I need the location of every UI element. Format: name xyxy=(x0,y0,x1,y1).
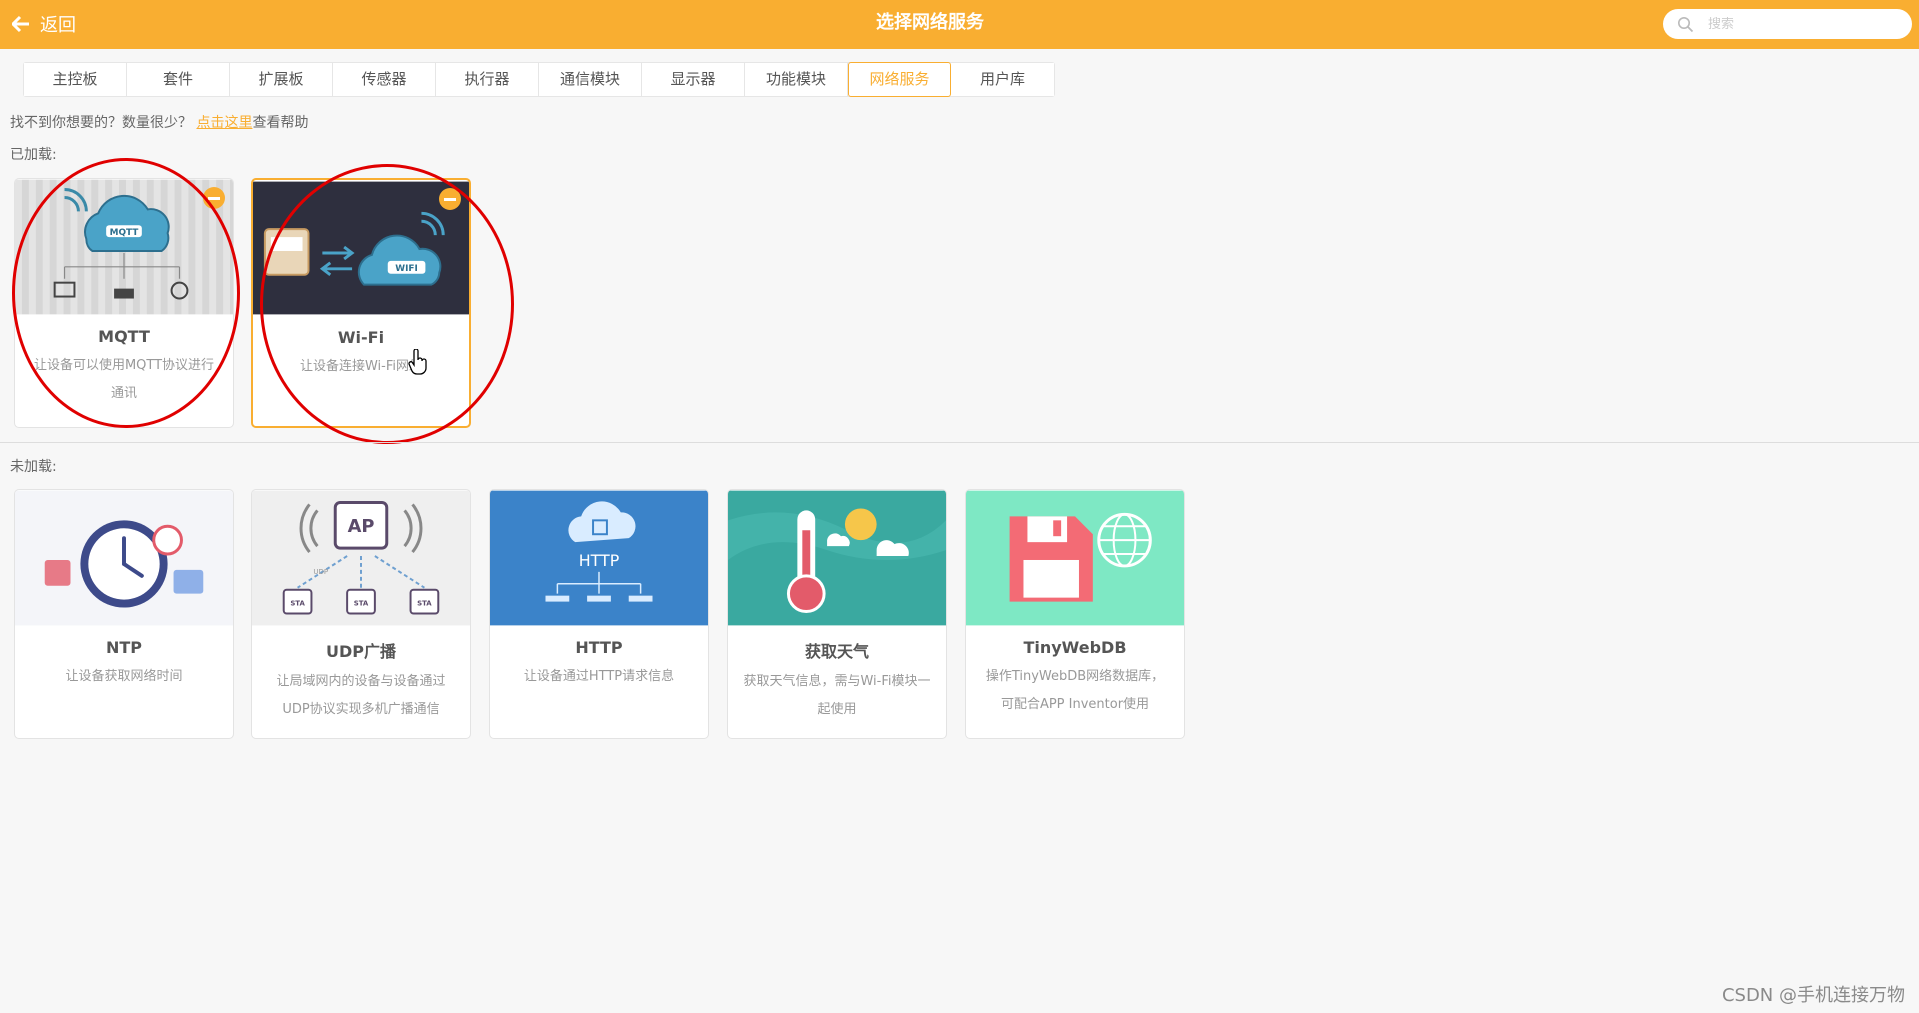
wifi-thumbnail: WIFI xyxy=(253,181,469,315)
card-description: 获取天气信息，需与Wi-Fi模块一起使用 xyxy=(743,674,931,717)
tab-actuator[interactable]: 执行器 xyxy=(436,63,539,96)
card-title: 获取天气 xyxy=(804,642,869,661)
ap-label: AP xyxy=(348,516,375,537)
sta-label: STA xyxy=(290,600,305,608)
unloaded-label: 未加载: xyxy=(10,459,57,475)
tab-user-library[interactable]: 用户库 xyxy=(951,63,1054,96)
card-title: HTTP xyxy=(575,638,623,657)
sta-label: STA xyxy=(417,600,432,608)
udp-thumbnail: AP UDP STA STA STA xyxy=(252,490,470,626)
mqtt-thumbnail: MQTT xyxy=(15,179,233,315)
card-mqtt[interactable]: MQTT MQTT 让设备可以使用MQTT协议进行通讯 xyxy=(14,178,234,428)
tinywebdb-thumbnail xyxy=(966,490,1184,626)
search-input[interactable] xyxy=(1708,16,1898,32)
top-bar: 返回 选择网络服务 xyxy=(0,0,1919,49)
sta-label: STA xyxy=(354,600,369,608)
card-title: MQTT xyxy=(98,327,150,346)
card-weather[interactable]: 获取天气 获取天气信息，需与Wi-Fi模块一起使用 xyxy=(727,489,947,739)
http-label: HTTP xyxy=(579,551,620,570)
mqtt-cloud-text: MQTT xyxy=(110,228,140,238)
card-title: Wi-Fi xyxy=(337,328,385,347)
udp-label: UDP xyxy=(313,568,328,576)
tab-function[interactable]: 功能模块 xyxy=(745,63,848,96)
card-http[interactable]: HTTP HTTP 让设备通过HTTP请求信息 xyxy=(489,489,709,739)
card-description: 让设备获取网络时间 xyxy=(65,669,183,684)
help-link[interactable]: 点击这里 xyxy=(196,115,252,131)
category-tabs: 主控板 套件 扩展板 传感器 执行器 通信模块 显示器 功能模块 网络服务 用户… xyxy=(23,62,1055,97)
card-description: 让设备可以使用MQTT协议进行通讯 xyxy=(33,358,215,401)
tab-communication[interactable]: 通信模块 xyxy=(539,63,642,96)
tab-kit[interactable]: 套件 xyxy=(127,63,230,96)
tab-sensor[interactable]: 传感器 xyxy=(333,63,436,96)
loaded-label: 已加载: xyxy=(10,147,57,163)
watermark: CSDN @手机连接万物 xyxy=(1721,985,1905,1006)
card-title: NTP xyxy=(105,638,143,657)
ntp-thumbnail xyxy=(15,490,233,626)
card-tinywebdb[interactable]: TinyWebDB 操作TinyWebDB网络数据库，可配合APP Invent… xyxy=(965,489,1185,739)
card-wifi[interactable]: WIFI Wi-Fi 让设备连接Wi-Fi网络 xyxy=(251,178,471,428)
help-suffix: 查看帮助 xyxy=(252,115,309,131)
http-thumbnail: HTTP xyxy=(490,490,708,626)
help-prefix: 找不到你想要的？数量很少？ xyxy=(10,115,197,131)
remove-button[interactable] xyxy=(439,188,461,210)
help-text: 找不到你想要的？数量很少？ 点击这里查看帮助 xyxy=(10,112,308,132)
card-ntp[interactable]: NTP 让设备获取网络时间 xyxy=(14,489,234,739)
hand-cursor-icon xyxy=(408,349,427,375)
card-udp[interactable]: AP UDP STA STA STA UDP广播 让局域网内的设备与设备通过UD… xyxy=(251,489,471,739)
section-divider xyxy=(0,442,1919,443)
search-icon xyxy=(1678,16,1694,32)
tab-network-service[interactable]: 网络服务 xyxy=(848,62,951,97)
card-title: TinyWebDB xyxy=(1023,638,1127,657)
tab-mainboard[interactable]: 主控板 xyxy=(24,63,127,96)
tab-expansion-board[interactable]: 扩展板 xyxy=(230,63,333,96)
remove-button[interactable] xyxy=(203,187,225,209)
wifi-cloud-text: WIFI xyxy=(395,264,418,274)
card-title: UDP广播 xyxy=(325,642,396,661)
card-description: 让局域网内的设备与设备通过UDP协议实现多机广播通信 xyxy=(276,674,446,717)
page-title: 选择网络服务 xyxy=(876,12,984,33)
search-box[interactable] xyxy=(1663,9,1912,39)
weather-thumbnail xyxy=(728,490,946,626)
tab-display[interactable]: 显示器 xyxy=(642,63,745,96)
card-description: 让设备通过HTTP请求信息 xyxy=(523,669,675,684)
card-description: 操作TinyWebDB网络数据库，可配合APP Inventor使用 xyxy=(985,669,1165,712)
